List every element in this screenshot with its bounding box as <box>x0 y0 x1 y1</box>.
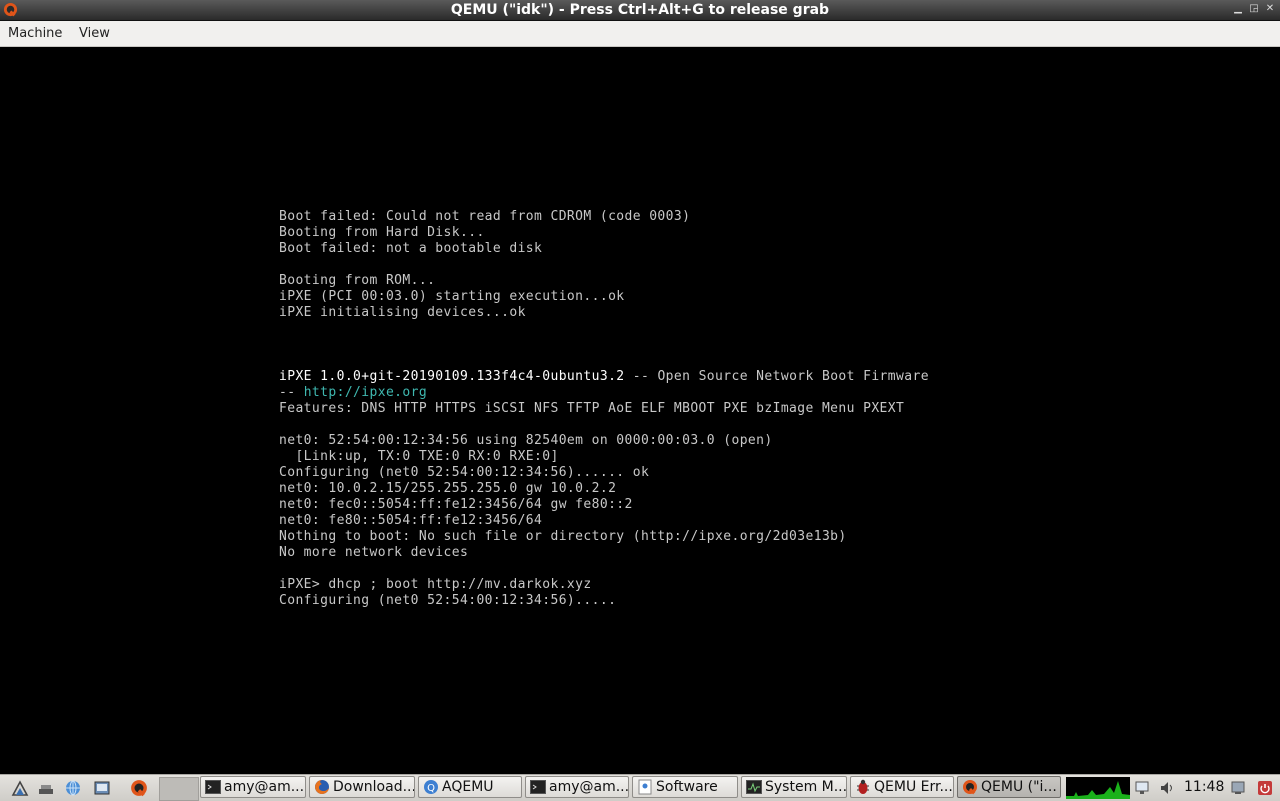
console-line: Booting from ROM... <box>279 273 929 289</box>
taskbar: amy@am... Download... Q AQEMU amy@am... … <box>0 774 1280 801</box>
menu-icon[interactable] <box>10 778 30 798</box>
console-line: net0: 52:54:00:12:34:56 using 82540em on… <box>279 433 929 449</box>
console-line: Booting from Hard Disk... <box>279 225 929 241</box>
console-line: iPXE (PCI 00:03.0) starting execution...… <box>279 289 929 305</box>
console-line-text: Boot failed: Could not read from CDROM (… <box>279 209 691 224</box>
console-line: -- http://ipxe.org <box>279 385 929 401</box>
console-line: Features: DNS HTTP HTTPS iSCSI NFS TFTP … <box>279 401 929 417</box>
console-line: Configuring (net0 52:54:00:12:34:56)....… <box>279 465 929 481</box>
task-label: Software <box>656 779 718 795</box>
console-line: No more network devices <box>279 545 929 561</box>
terminal-icon <box>205 779 221 795</box>
taskbar-spacer <box>159 777 199 801</box>
console-line: iPXE initialising devices...ok <box>279 305 929 321</box>
console-line-text: Configuring (net0 52:54:00:12:34:56)....… <box>279 465 650 480</box>
task-label: QEMU ("i... <box>981 779 1057 795</box>
qemu-icon[interactable] <box>129 778 149 798</box>
console-line: net0: 10.0.2.15/255.255.255.0 gw 10.0.2.… <box>279 481 929 497</box>
console-line: ​ <box>279 321 929 337</box>
show-desktop-icon[interactable] <box>36 778 56 798</box>
task-software[interactable]: Software <box>632 776 738 798</box>
console-line: ​ <box>279 417 929 433</box>
console-line-text: Booting from Hard Disk... <box>279 225 485 240</box>
console-line: ​ <box>279 337 929 353</box>
task-label: QEMU Err... <box>874 779 953 795</box>
console-line: net0: fe80::5054:ff:fe12:3456/64 <box>279 513 929 529</box>
task-qemu-idk[interactable]: QEMU ("i... <box>957 776 1061 798</box>
console-line: ​ <box>279 257 929 273</box>
console-line-suffix: -- Open Source Network Boot Firmware <box>624 369 929 384</box>
console-line-text: net0: 10.0.2.15/255.255.255.0 gw 10.0.2.… <box>279 481 617 496</box>
task-label: Download... <box>333 779 414 795</box>
terminal-icon <box>530 779 546 795</box>
task-label: System M... <box>765 779 846 795</box>
console-line-text: No more network devices <box>279 545 469 560</box>
console-line-text: Features: DNS HTTP HTTPS iSCSI NFS TFTP … <box>279 401 905 416</box>
file-manager-icon[interactable] <box>92 778 112 798</box>
console-link: http://ipxe.org <box>303 385 428 400</box>
network-tray-icon[interactable] <box>1133 779 1151 797</box>
task-label: AQEMU <box>442 779 494 795</box>
console-line: Boot failed: not a bootable disk <box>279 241 929 257</box>
task-label: amy@am... <box>224 779 305 795</box>
system-monitor-icon <box>746 779 762 795</box>
task-terminal-1[interactable]: amy@am... <box>200 776 306 798</box>
vm-display[interactable]: Boot failed: Could not read from CDROM (… <box>0 47 1280 774</box>
volume-icon[interactable] <box>1158 779 1176 797</box>
console-line-text: net0: fe80::5054:ff:fe12:3456/64 <box>279 513 543 528</box>
task-terminal-2[interactable]: amy@am... <box>525 776 629 798</box>
task-system-monitor[interactable]: System M... <box>741 776 847 798</box>
console-line-text: iPXE initialising devices...ok <box>279 305 526 320</box>
console-output: Boot failed: Could not read from CDROM (… <box>279 209 929 609</box>
console-line: Boot failed: Could not read from CDROM (… <box>279 209 929 225</box>
lock-screen-icon[interactable] <box>1229 779 1247 797</box>
maximize-button[interactable]: ◲ <box>1248 2 1260 16</box>
console-line-text: net0: fec0::5054:ff:fe12:3456/64 gw fe80… <box>279 497 633 512</box>
console-line: ​ <box>279 353 929 369</box>
console-line: iPXE 1.0.0+git-20190109.133f4c4-0ubuntu3… <box>279 369 929 385</box>
task-label: amy@am... <box>549 779 628 795</box>
console-line-text: -- <box>279 385 304 400</box>
console-line: [Link:up, TX:0 TXE:0 RX:0 RXE:0] <box>279 449 929 465</box>
logout-icon[interactable] <box>1256 779 1274 797</box>
task-aqemu[interactable]: Q AQEMU <box>418 776 522 798</box>
svg-text:Q: Q <box>427 783 435 794</box>
console-line-text: net0: 52:54:00:12:34:56 using 82540em on… <box>279 433 773 448</box>
console-line-text: iPXE> dhcp ; boot http://mv.darkok.xyz <box>279 577 592 592</box>
firefox-icon <box>314 779 330 795</box>
close-button[interactable]: ✕ <box>1264 2 1276 16</box>
menu-machine[interactable]: Machine <box>8 25 62 42</box>
console-line-text: iPXE (PCI 00:03.0) starting execution...… <box>279 289 625 304</box>
cpu-usage-graph[interactable] <box>1066 777 1130 799</box>
aqemu-icon: Q <box>423 779 439 795</box>
menu-view[interactable]: View <box>79 25 110 42</box>
console-line: Nothing to boot: No such file or directo… <box>279 529 929 545</box>
bug-icon <box>855 779 871 795</box>
window-titlebar[interactable]: QEMU ("idk") - Press Ctrl+Alt+G to relea… <box>0 0 1280 21</box>
console-line: net0: fec0::5054:ff:fe12:3456/64 gw fe80… <box>279 497 929 513</box>
network-globe-icon[interactable] <box>63 778 83 798</box>
console-line-text: iPXE 1.0.0+git-20190109.133f4c4-0ubuntu3… <box>279 369 625 384</box>
console-line-text: [Link:up, TX:0 TXE:0 RX:0 RXE:0] <box>279 449 559 464</box>
console-line-text: Nothing to boot: No such file or directo… <box>279 529 847 544</box>
console-line: iPXE> dhcp ; boot http://mv.darkok.xyz <box>279 577 929 593</box>
console-line-text: Configuring (net0 52:54:00:12:34:56)....… <box>279 593 617 608</box>
console-line: Configuring (net0 52:54:00:12:34:56)....… <box>279 593 929 609</box>
console-line-text: Boot failed: not a bootable disk <box>279 241 543 256</box>
task-firefox[interactable]: Download... <box>309 776 415 798</box>
task-qemu-error[interactable]: QEMU Err... <box>850 776 954 798</box>
clock[interactable]: 11:48 <box>1184 779 1224 796</box>
console-line-text: Booting from ROM... <box>279 273 436 288</box>
window-title: QEMU ("idk") - Press Ctrl+Alt+G to relea… <box>450 2 830 18</box>
console-line: ​ <box>279 561 929 577</box>
qemu-icon <box>962 779 978 795</box>
software-icon <box>637 779 653 795</box>
menu-bar: Machine View <box>0 21 1280 47</box>
minimize-button[interactable]: ▁ <box>1232 2 1244 16</box>
